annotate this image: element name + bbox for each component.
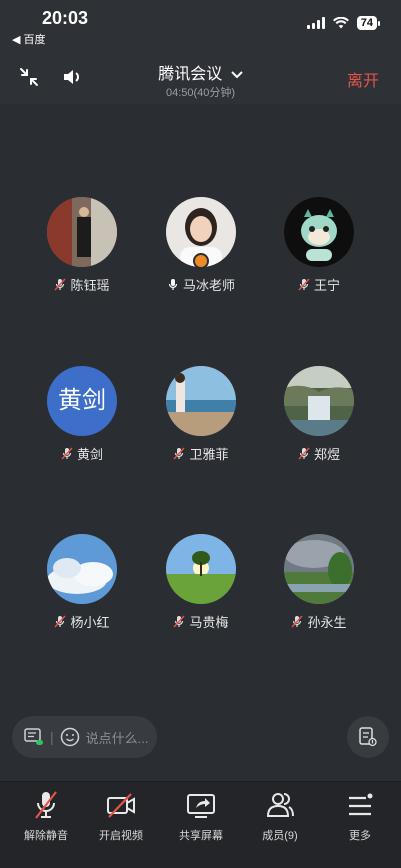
mic-muted-icon bbox=[61, 447, 73, 460]
members-label: 成员(9) bbox=[262, 830, 298, 842]
chevron-down-icon bbox=[231, 71, 243, 79]
participant-tile[interactable]: 孙永生 bbox=[264, 534, 374, 631]
unmute-label: 解除静音 bbox=[24, 830, 68, 842]
participant-avatar bbox=[284, 197, 354, 267]
video-off-icon bbox=[107, 793, 135, 818]
mic-muted-icon bbox=[35, 791, 57, 819]
leave-button[interactable]: 离开 bbox=[347, 67, 379, 91]
participant-tile[interactable]: 黄剑 黄剑 bbox=[27, 366, 137, 463]
divider: | bbox=[50, 729, 54, 745]
participant-name: 马贵梅 bbox=[189, 615, 229, 630]
participant-name: 孙永生 bbox=[307, 615, 347, 630]
mic-muted-icon bbox=[54, 278, 67, 291]
host-badge-icon bbox=[193, 253, 209, 269]
share-screen-button[interactable]: 共享屏幕 bbox=[161, 790, 241, 843]
chat-list-icon[interactable] bbox=[24, 728, 44, 746]
mic-muted-icon bbox=[298, 447, 310, 460]
meeting-header: 腾讯会议 04:50(40分钟) 离开 bbox=[0, 50, 401, 104]
more-menu-icon bbox=[349, 793, 373, 816]
participant-tile[interactable]: 马贵梅 bbox=[146, 534, 256, 631]
participant-avatar bbox=[47, 197, 117, 267]
meeting-duration: 04:50(40分钟) bbox=[165, 87, 236, 99]
participant-tile[interactable]: 马冰老师 bbox=[146, 197, 256, 294]
members-button[interactable]: 成员(9) bbox=[240, 790, 320, 843]
participant-name: 马冰老师 bbox=[182, 278, 235, 293]
status-bar: 20:03 ◀ 百度 74 bbox=[0, 0, 401, 50]
emoji-icon[interactable] bbox=[60, 727, 80, 747]
battery-indicator: 74 bbox=[356, 16, 381, 30]
participant-avatar bbox=[166, 534, 236, 604]
participant-tile[interactable]: 杨小红 bbox=[27, 534, 137, 631]
mic-muted-icon bbox=[173, 615, 186, 628]
participant-tile[interactable]: 卫雅菲 bbox=[146, 366, 256, 463]
cellular-signal-icon bbox=[306, 17, 325, 29]
participant-avatar-initials: 黄剑 bbox=[47, 366, 117, 436]
participant-name: 杨小红 bbox=[70, 615, 110, 630]
mic-muted-icon bbox=[298, 278, 310, 291]
mic-muted-icon bbox=[54, 615, 67, 628]
start-video-button[interactable]: 开启视频 bbox=[81, 790, 161, 843]
members-icon bbox=[266, 793, 294, 817]
participant-name: 黄剑 bbox=[76, 447, 103, 462]
meeting-toolbar: 解除静音 开启视频 共享屏幕 成员(9) 更多 bbox=[0, 781, 401, 868]
notes-button[interactable] bbox=[347, 716, 389, 758]
unmute-button[interactable]: 解除静音 bbox=[6, 790, 86, 843]
participant-tile[interactable]: 陈钰瑶 bbox=[27, 197, 137, 294]
more-button[interactable]: 更多 bbox=[320, 790, 400, 843]
status-icons: 74 bbox=[306, 16, 381, 30]
back-to-app-link[interactable]: ◀ 百度 bbox=[12, 31, 46, 47]
participant-avatar bbox=[284, 366, 354, 436]
participant-name: 陈钰瑶 bbox=[70, 278, 110, 293]
participant-name: 王宁 bbox=[313, 278, 340, 293]
notes-icon bbox=[359, 727, 377, 747]
participant-tile[interactable]: 王宁 bbox=[264, 197, 374, 294]
chat-placeholder: 说点什么... bbox=[85, 730, 149, 746]
meeting-title[interactable]: 腾讯会议 bbox=[0, 60, 401, 84]
start-video-label: 开启视频 bbox=[99, 830, 143, 842]
meeting-title-text: 腾讯会议 bbox=[158, 66, 223, 83]
participant-tile[interactable]: 郑煜 bbox=[264, 366, 374, 463]
more-label: 更多 bbox=[349, 830, 371, 842]
share-screen-icon bbox=[187, 794, 215, 818]
participant-avatar bbox=[166, 366, 236, 436]
mic-muted-icon bbox=[291, 615, 304, 628]
wifi-icon bbox=[332, 17, 349, 29]
participant-avatar bbox=[284, 534, 354, 604]
mic-on-icon bbox=[168, 279, 178, 290]
share-screen-label: 共享屏幕 bbox=[179, 830, 223, 842]
participant-name: 郑煜 bbox=[313, 447, 340, 462]
participant-avatar bbox=[47, 534, 117, 604]
participant-name: 卫雅菲 bbox=[189, 447, 229, 462]
mic-muted-icon bbox=[173, 447, 186, 460]
status-time: 20:03 bbox=[42, 8, 89, 28]
participant-avatar bbox=[166, 197, 236, 269]
chat-input-bar[interactable]: | 说点什么... bbox=[12, 716, 157, 758]
